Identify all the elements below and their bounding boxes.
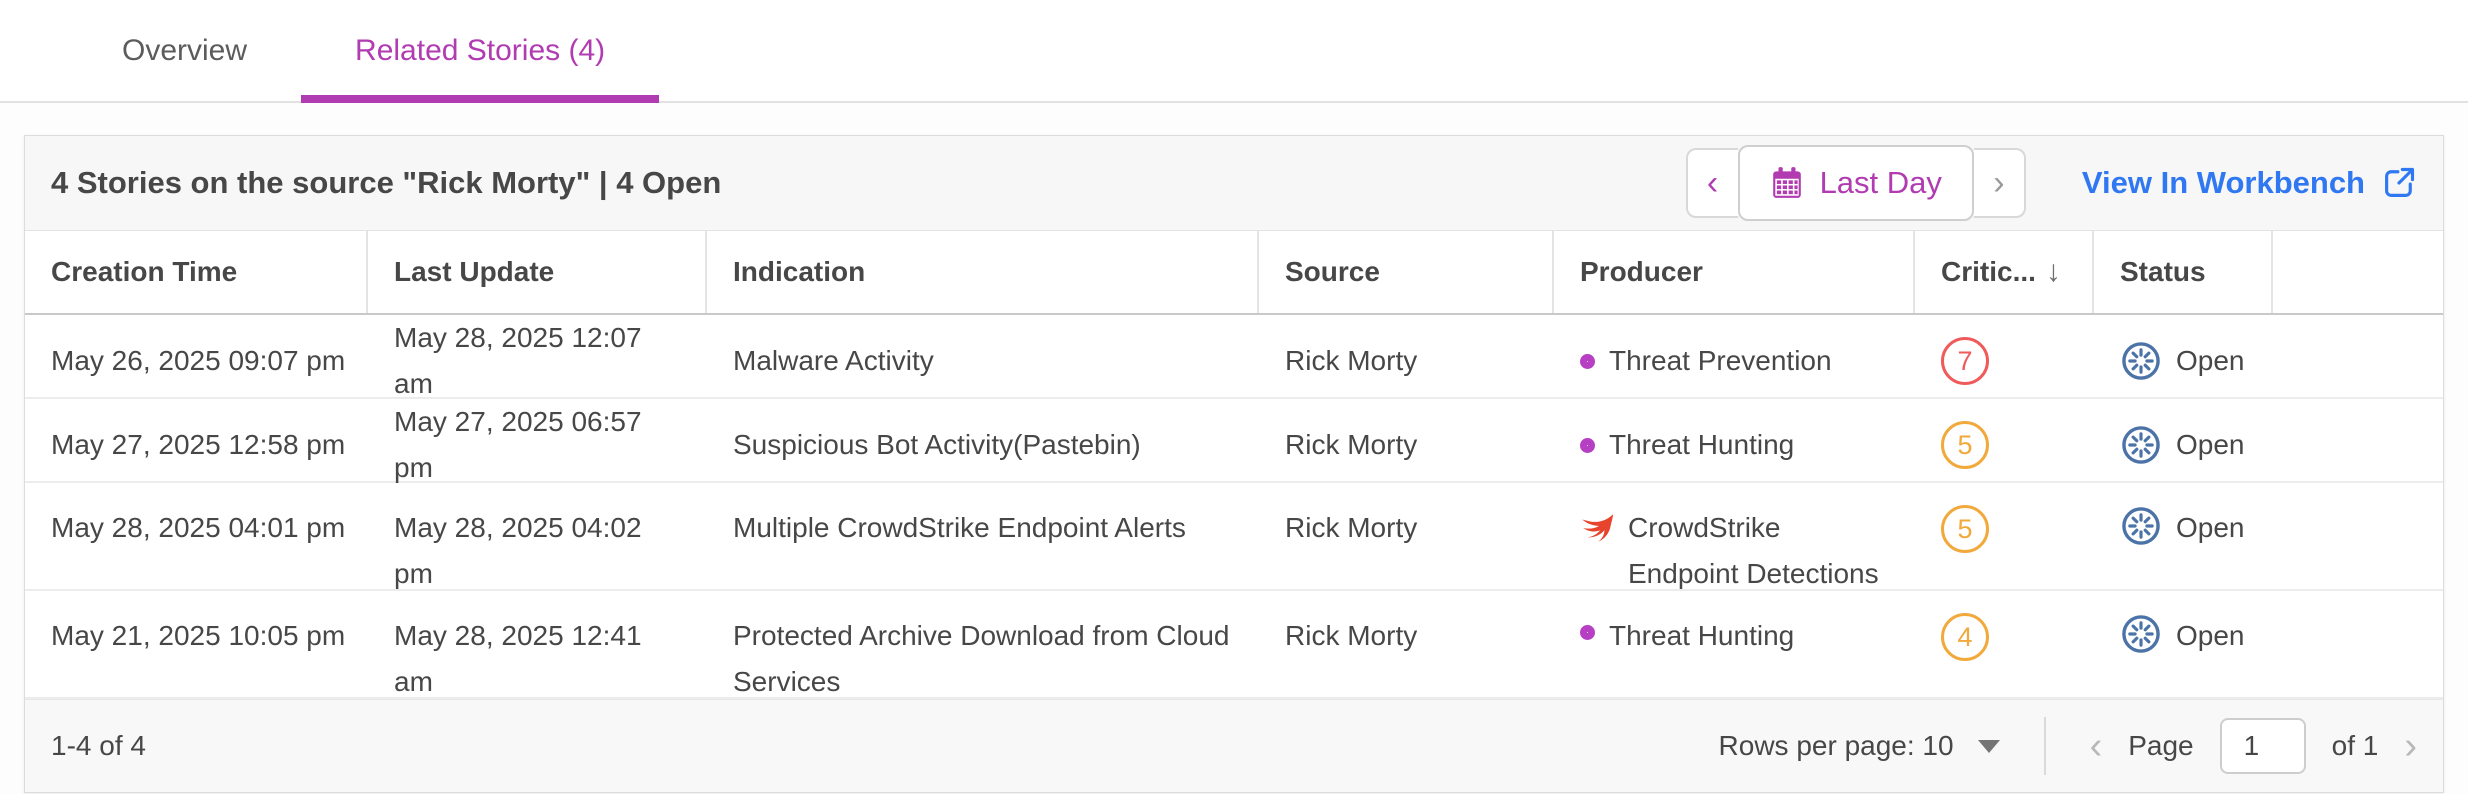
crowdstrike-falcon-icon: [1580, 511, 1614, 545]
criticality-badge: 5: [1941, 421, 1989, 469]
open-status-icon: [2120, 613, 2162, 655]
tab-overview[interactable]: Overview: [68, 0, 301, 101]
criticality-badge: 4: [1941, 613, 1989, 661]
cell-last-update: May 28, 2025 12:41 am: [368, 591, 707, 727]
column-header-source[interactable]: Source: [1259, 231, 1554, 313]
cell-creation-time: May 26, 2025 09:07 pm: [25, 315, 368, 407]
cell-indication: Malware Activity: [707, 315, 1259, 407]
status-label: Open: [2176, 422, 2245, 468]
view-in-workbench-link[interactable]: View In Workbench: [2082, 165, 2417, 201]
tab-related-stories-label: Related Stories (4): [355, 34, 605, 68]
column-header-status[interactable]: Status: [2094, 231, 2273, 313]
page-prev-icon[interactable]: ‹: [2090, 727, 2103, 765]
column-header-criticality[interactable]: Critic... ↓: [1915, 231, 2094, 313]
tab-bar: Overview Related Stories (4): [0, 0, 2468, 103]
cell-criticality: 4: [1915, 591, 2094, 727]
cell-creation-time: May 27, 2025 12:58 pm: [25, 399, 368, 491]
column-header-producer[interactable]: Producer: [1554, 231, 1915, 313]
dropdown-caret-icon: [1978, 740, 2000, 753]
related-stories-page: Overview Related Stories (4) 4 Stories o…: [0, 0, 2468, 794]
cell-empty: [2273, 399, 2443, 491]
cell-creation-time: May 21, 2025 10:05 pm: [25, 591, 368, 727]
cell-source: Rick Morty: [1259, 591, 1554, 727]
active-tab-underline: [301, 95, 659, 103]
purple-ring-icon: [1580, 438, 1595, 453]
cell-indication: Suspicious Bot Activity(Pastebin): [707, 399, 1259, 491]
cell-source: Rick Morty: [1259, 399, 1554, 491]
status-label: Open: [2176, 338, 2245, 384]
time-range-prev-button[interactable]: ‹: [1686, 148, 1738, 218]
panel-header: 4 Stories on the source "Rick Morty" | 4…: [25, 136, 2443, 231]
time-range-label: Last Day: [1820, 165, 1942, 201]
cell-producer: Threat Prevention: [1554, 315, 1915, 407]
page-number-input[interactable]: [2220, 718, 2306, 774]
panel-title: 4 Stories on the source "Rick Morty" | 4…: [51, 165, 721, 201]
cell-source: Rick Morty: [1259, 315, 1554, 407]
page-next-icon[interactable]: ›: [2404, 727, 2417, 765]
column-header-indication[interactable]: Indication: [707, 231, 1259, 313]
page-of-label: of 1: [2332, 730, 2379, 762]
view-in-workbench-label: View In Workbench: [2082, 165, 2365, 201]
purple-ring-icon: [1580, 354, 1595, 369]
external-link-icon: [2381, 165, 2417, 201]
column-header-last-update[interactable]: Last Update: [368, 231, 707, 313]
rows-per-page-select[interactable]: Rows per page: 10: [1719, 730, 2000, 762]
cell-indication: Protected Archive Download from Cloud Se…: [707, 591, 1259, 727]
stories-panel: 4 Stories on the source "Rick Morty" | 4…: [24, 135, 2444, 793]
pagination: ‹ Page of 1 ›: [2090, 718, 2417, 774]
rows-per-page-label: Rows per page: 10: [1719, 730, 1954, 762]
page-label: Page: [2128, 730, 2193, 762]
status-label: Open: [2176, 613, 2245, 659]
status-label: Open: [2176, 505, 2245, 551]
cell-producer: Threat Hunting: [1554, 591, 1915, 727]
cell-empty: [2273, 315, 2443, 407]
footer-divider: [2044, 717, 2046, 775]
cell-status: Open: [2094, 315, 2273, 407]
table-header-row: Creation Time Last Update Indication Sou…: [25, 231, 2443, 315]
table-row[interactable]: May 27, 2025 12:58 pm May 27, 2025 06:57…: [25, 399, 2443, 483]
cell-producer: Threat Hunting: [1554, 399, 1915, 491]
criticality-badge: 7: [1941, 337, 1989, 385]
cell-status: Open: [2094, 399, 2273, 491]
cell-status: Open: [2094, 591, 2273, 727]
open-status-icon: [2120, 505, 2162, 547]
column-header-creation-time[interactable]: Creation Time: [25, 231, 368, 313]
tab-related-stories[interactable]: Related Stories (4): [301, 0, 659, 101]
table-row[interactable]: May 21, 2025 10:05 pm May 28, 2025 12:41…: [25, 591, 2443, 699]
open-status-icon: [2120, 340, 2162, 382]
time-range-control: ‹ Last Day: [1686, 145, 2026, 221]
cell-last-update: May 27, 2025 06:57 pm: [368, 399, 707, 491]
time-range-next-button[interactable]: ›: [1974, 148, 2026, 218]
open-status-icon: [2120, 424, 2162, 466]
purple-ring-icon: [1580, 625, 1595, 640]
sort-desc-icon[interactable]: ↓: [2046, 255, 2061, 289]
time-range-button[interactable]: Last Day: [1738, 145, 1974, 221]
chevron-right-icon: ›: [1993, 166, 2004, 200]
column-header-empty: [2273, 231, 2443, 313]
row-range-text: 1-4 of 4: [51, 730, 146, 762]
chevron-left-icon: ‹: [1707, 166, 1718, 200]
table-row[interactable]: May 28, 2025 04:01 pm May 28, 2025 04:02…: [25, 483, 2443, 591]
cell-criticality: 7: [1915, 315, 2094, 407]
cell-empty: [2273, 591, 2443, 727]
cell-criticality: 5: [1915, 399, 2094, 491]
tab-overview-label: Overview: [122, 34, 247, 68]
table-row[interactable]: May 26, 2025 09:07 pm May 28, 2025 12:07…: [25, 315, 2443, 399]
calendar-icon: [1770, 166, 1804, 200]
cell-last-update: May 28, 2025 12:07 am: [368, 315, 707, 407]
criticality-badge: 5: [1941, 505, 1989, 553]
